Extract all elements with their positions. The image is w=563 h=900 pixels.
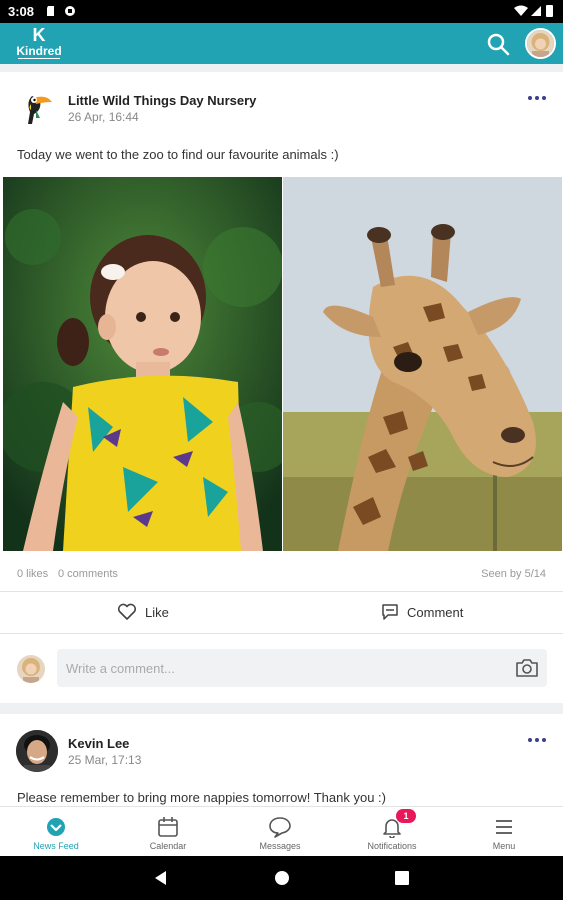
- tab-label: Messages: [259, 841, 301, 851]
- news-feed-icon: [47, 818, 65, 836]
- system-indicators-icon: [514, 5, 553, 17]
- search-icon[interactable]: [486, 32, 510, 56]
- seen-by[interactable]: Seen by 5/14: [481, 568, 546, 580]
- comments-count[interactable]: 0 comments: [58, 568, 118, 580]
- tab-menu[interactable]: Menu: [448, 807, 560, 857]
- post-author[interactable]: Kevin Lee: [68, 736, 129, 751]
- tab-messages[interactable]: Messages: [224, 807, 336, 857]
- logo-underline: [18, 58, 60, 59]
- post-date: 25 Mar, 17:13: [68, 753, 142, 767]
- comment-icon: [382, 604, 398, 620]
- tab-calendar[interactable]: Calendar: [112, 807, 224, 857]
- status-bar: 3:08: [0, 0, 563, 23]
- app-bar: K Kindred: [0, 23, 563, 64]
- post-photo-child[interactable]: [3, 177, 282, 551]
- divider: [0, 591, 563, 592]
- messages-icon: [269, 817, 291, 838]
- sd-card-icon: [47, 6, 54, 16]
- post-author[interactable]: Little Wild Things Day Nursery: [68, 93, 256, 108]
- post-date: 26 Apr, 16:44: [68, 110, 139, 124]
- heart-icon: [117, 603, 137, 620]
- comment-label: Comment: [407, 604, 464, 620]
- likes-count[interactable]: 0 likes: [17, 568, 48, 580]
- post-avatar[interactable]: [16, 730, 58, 772]
- tab-notifications[interactable]: 1 Notifications: [336, 807, 448, 857]
- comment-button[interactable]: Comment: [381, 601, 463, 623]
- recents-icon[interactable]: [392, 868, 412, 888]
- more-options-icon[interactable]: [526, 735, 548, 745]
- tab-news-feed[interactable]: News Feed: [0, 807, 112, 857]
- tab-label: News Feed: [33, 841, 79, 851]
- notification-badge: 1: [396, 809, 416, 823]
- tab-label: Notifications: [367, 841, 417, 851]
- calendar-icon: [158, 817, 178, 837]
- system-nav-bar: [0, 856, 563, 900]
- like-button[interactable]: Like: [117, 601, 169, 623]
- logo-letter: K: [32, 25, 46, 45]
- camera-icon[interactable]: [515, 657, 539, 679]
- post-photo-giraffe[interactable]: [283, 177, 562, 551]
- bottom-tab-bar: News Feed Calendar Messages 1 Notificati…: [0, 806, 563, 856]
- comment-placeholder: Write a comment...: [66, 661, 175, 676]
- tab-label: Menu: [492, 841, 516, 851]
- post-text: Please remember to bring more nappies to…: [17, 790, 386, 805]
- kindred-logo[interactable]: K Kindred: [14, 26, 64, 62]
- divider: [0, 633, 563, 634]
- more-options-icon[interactable]: [526, 93, 548, 103]
- comment-input[interactable]: Write a comment...: [57, 649, 547, 687]
- like-label: Like: [145, 604, 169, 620]
- toucan-icon: [28, 96, 52, 124]
- tab-label: Calendar: [149, 841, 187, 851]
- back-icon[interactable]: [151, 868, 171, 888]
- status-time: 3:08: [8, 4, 35, 19]
- post-card: Little Wild Things Day Nursery 26 Apr, 1…: [0, 72, 563, 703]
- comment-avatar: [17, 655, 45, 683]
- logo-word: Kindred: [16, 44, 62, 58]
- home-icon[interactable]: [272, 868, 292, 888]
- menu-icon: [496, 820, 512, 834]
- profile-avatar[interactable]: [525, 28, 556, 59]
- post-text: Today we went to the zoo to find our fav…: [17, 147, 339, 162]
- sync-icon: [65, 6, 75, 16]
